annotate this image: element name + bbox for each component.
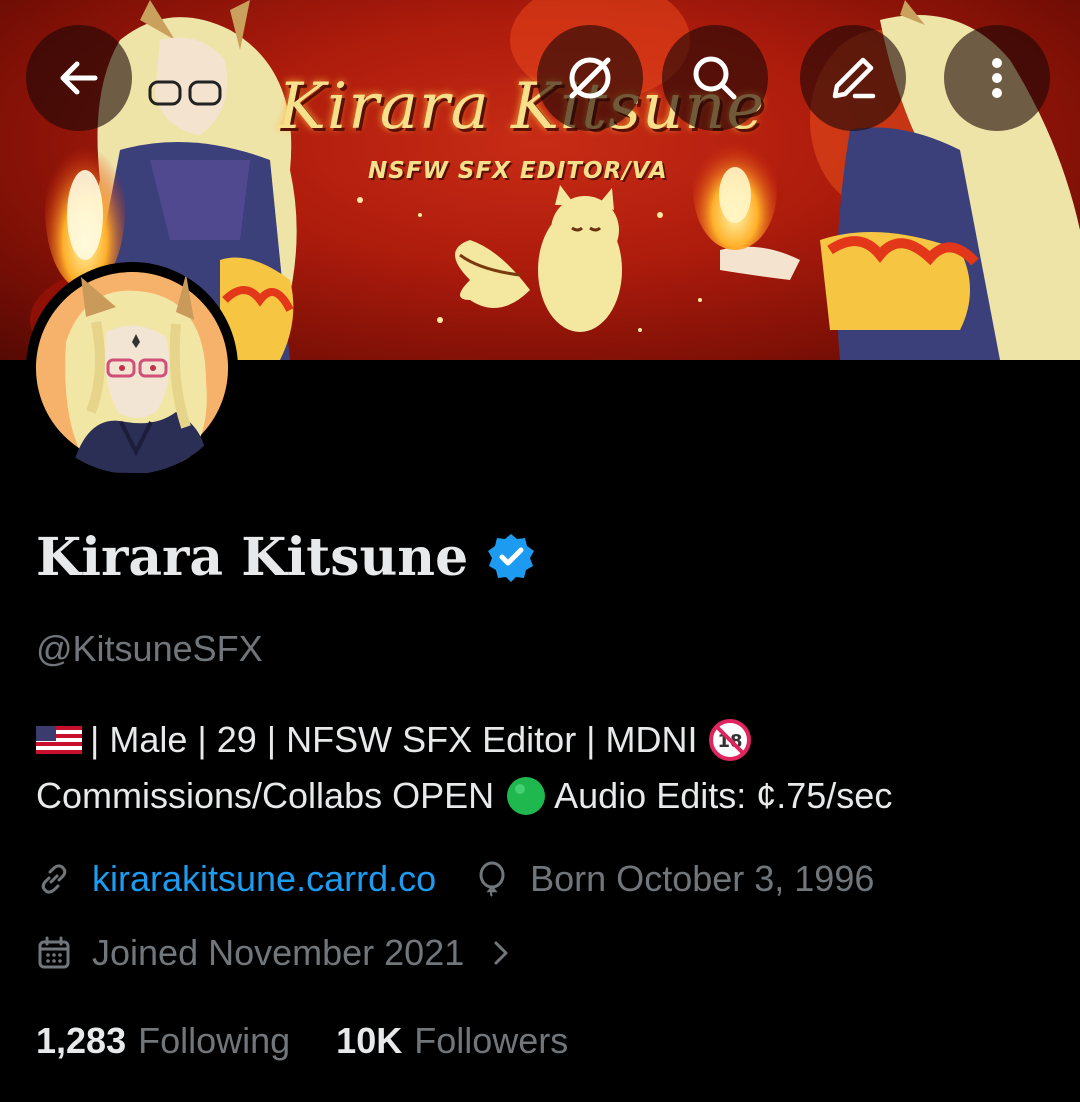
joined-text: Joined November 2021 xyxy=(92,932,465,973)
banner-subtitle: NSFW SFX EDITOR/VA xyxy=(368,158,668,184)
followers-stat[interactable]: 10K Followers xyxy=(336,1020,568,1062)
bio-line-2-prefix: Commissions/Collabs OPEN xyxy=(36,775,495,816)
followers-count: 10K xyxy=(336,1020,403,1061)
chevron-right-icon xyxy=(494,941,508,965)
birthday-text: Born October 3, 1996 xyxy=(530,858,875,899)
following-stat[interactable]: 1,283 Following xyxy=(36,1020,290,1062)
bio: | Male | 29 | NFSW SFX Editor | MDNI 18 … xyxy=(36,712,1066,824)
edit-icon xyxy=(832,57,876,99)
verified-badge-icon[interactable] xyxy=(486,532,536,582)
more-options-button[interactable] xyxy=(944,25,1050,131)
link-icon xyxy=(41,864,67,894)
bio-line-1: | Male | 29 | NFSW SFX Editor | MDNI 18 xyxy=(36,712,1066,768)
search-button[interactable] xyxy=(662,25,768,131)
avatar[interactable] xyxy=(26,262,238,474)
bio-line-2-suffix: Audio Edits: ¢.75/sec xyxy=(554,775,893,816)
us-flag-emoji xyxy=(36,726,82,754)
arrow-left-icon xyxy=(60,61,98,95)
follow-stats: 1,283 Following 10K Followers xyxy=(36,1020,568,1062)
green-circle-emoji xyxy=(507,777,546,815)
edit-button[interactable] xyxy=(800,25,906,131)
following-count: 1,283 xyxy=(36,1020,127,1061)
more-vertical-icon xyxy=(992,58,1002,98)
website-link[interactable]: kirarakitsune.carrd.co xyxy=(92,858,436,900)
grok-icon xyxy=(569,57,611,99)
birthday-balloon-icon xyxy=(479,861,505,897)
bio-line-1-text: | Male | 29 | NFSW SFX Editor | MDNI xyxy=(90,719,698,760)
meta-row-links: kirarakitsune.carrd.co Born October 3, 1… xyxy=(36,858,874,900)
handle: @KitsuneSFX xyxy=(36,628,263,669)
avatar-image xyxy=(36,272,228,474)
no-under-18-emoji: 18 xyxy=(708,719,751,761)
back-button[interactable] xyxy=(26,25,132,131)
bio-line-2: Commissions/Collabs OPEN Audio Edits: ¢.… xyxy=(36,768,1066,824)
display-name-row: Kirara Kitsune xyxy=(36,522,536,592)
meta-row-joined[interactable]: Joined November 2021 xyxy=(36,932,516,974)
search-icon xyxy=(693,56,737,100)
following-label: Following xyxy=(138,1020,291,1061)
calendar-icon xyxy=(38,936,70,969)
grok-button[interactable] xyxy=(537,25,643,131)
followers-label: Followers xyxy=(414,1020,569,1061)
display-name: Kirara Kitsune xyxy=(36,526,469,588)
